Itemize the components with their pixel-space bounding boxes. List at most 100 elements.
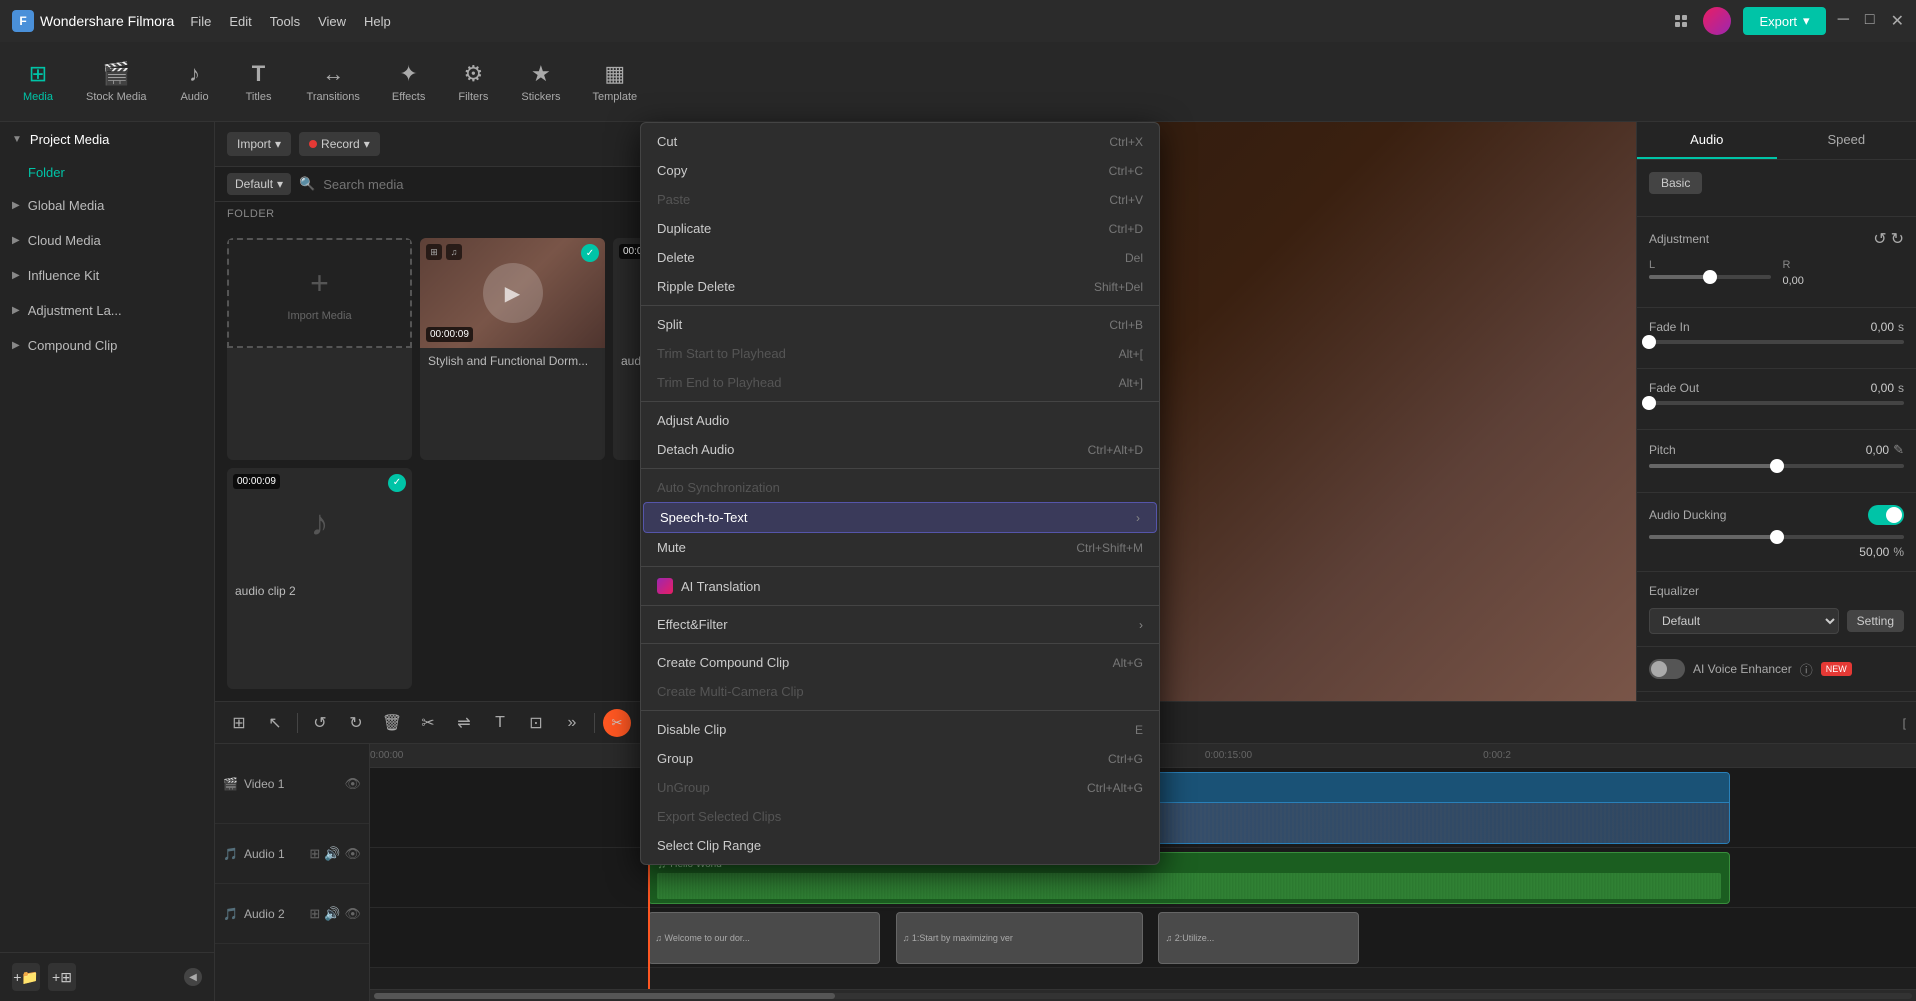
ai-voice-toggle[interactable] [1649, 659, 1685, 679]
maximize-button[interactable]: □ [1865, 11, 1875, 31]
ctx-select-clip-range[interactable]: Select Clip Range [641, 831, 1159, 860]
undo-button[interactable]: ↺ [1873, 229, 1886, 249]
tab-audio[interactable]: Audio [1637, 122, 1777, 159]
tool-stock-media[interactable]: 🎬 Stock Media [72, 55, 161, 109]
ripple-edit-button[interactable]: ⇌ [450, 709, 478, 737]
tool-titles[interactable]: T Titles [229, 55, 289, 109]
ctx-duplicate[interactable]: Duplicate Ctrl+D [641, 214, 1159, 243]
pitch-slider[interactable] [1649, 464, 1904, 468]
ducking-slider[interactable] [1649, 535, 1904, 539]
audio2-clip-1[interactable]: ♫ Welcome to our dor... [648, 912, 880, 964]
titlebar-right: Export ▾ ─ □ ✕ [1675, 7, 1904, 35]
undo-redo: ↺ ↻ [1873, 229, 1904, 249]
audio-ducking-toggle[interactable] [1868, 505, 1904, 525]
filters-icon: ⚙ [463, 61, 483, 87]
equalizer-select[interactable]: Default [1649, 608, 1839, 634]
eye3-icon[interactable]: 👁 [344, 906, 361, 922]
sidebar-item-adjustment-layer[interactable]: ▶ Adjustment La... [0, 293, 214, 328]
redo-timeline-button[interactable]: ↻ [342, 709, 370, 737]
ctx-adjust-audio[interactable]: Adjust Audio [641, 406, 1159, 435]
pitch-edit-icon[interactable]: ✎ [1893, 442, 1904, 458]
copy2-icon[interactable]: ⊞ [309, 906, 320, 922]
sidebar-item-influence-kit[interactable]: ▶ Influence Kit [0, 258, 214, 293]
toolbar-separator2 [594, 713, 595, 733]
fade-out-slider[interactable] [1649, 401, 1904, 405]
menu-view[interactable]: View [318, 14, 346, 29]
ctx-delete[interactable]: Delete Del [641, 243, 1159, 272]
tab-speed[interactable]: Speed [1777, 122, 1916, 159]
timeline-scrollbar[interactable] [370, 989, 1916, 1001]
ai-voice-section: AI Voice Enhancer ⓘ NEW [1637, 647, 1916, 692]
effects-icon: ✦ [399, 61, 417, 87]
record-button[interactable]: Record ▾ [299, 132, 380, 156]
ctx-ai-translation[interactable]: AI Translation [641, 571, 1159, 601]
eye-icon[interactable]: 👁 [344, 776, 361, 792]
tool-template[interactable]: ▦ Template [578, 55, 651, 109]
menu-edit[interactable]: Edit [229, 14, 251, 29]
menu-file[interactable]: File [190, 14, 211, 29]
tool-transitions[interactable]: ↔ Transitions [293, 55, 374, 109]
import-button[interactable]: Import ▾ [227, 132, 291, 156]
add-item-button[interactable]: +⊞ [48, 963, 76, 991]
delete-timeline-button[interactable]: 🗑 [378, 709, 406, 737]
menu-tools[interactable]: Tools [270, 14, 300, 29]
ctx-mute[interactable]: Mute Ctrl+Shift+M [641, 533, 1159, 562]
ctx-disable-clip[interactable]: Disable Clip E [641, 715, 1159, 744]
audio2-clip-3[interactable]: ♫ 2:Utilize... [1158, 912, 1359, 964]
scissors-button[interactable]: ✂ [414, 709, 442, 737]
fade-in-slider[interactable] [1649, 340, 1904, 344]
tool-stickers[interactable]: ★ Stickers [507, 55, 574, 109]
setting-button[interactable]: Setting [1847, 610, 1904, 632]
tool-filters[interactable]: ⚙ Filters [443, 55, 503, 109]
eye2-icon[interactable]: 👁 [344, 846, 361, 862]
avatar[interactable] [1703, 7, 1731, 35]
sidebar-item-global-media[interactable]: ▶ Global Media [0, 188, 214, 223]
sidebar-item-cloud-media[interactable]: ▶ Cloud Media [0, 223, 214, 258]
export-button[interactable]: Export ▾ [1743, 7, 1825, 35]
menu-help[interactable]: Help [364, 14, 391, 29]
close-button[interactable]: ✕ [1891, 11, 1904, 31]
scene-split-button[interactable]: ⊞ [225, 709, 253, 737]
ctx-group[interactable]: Group Ctrl+G [641, 744, 1159, 773]
add-folder-button[interactable]: +📁 [12, 963, 40, 991]
sidebar-item-project-media[interactable]: ▼ Project Media [0, 122, 214, 157]
ctx-cut[interactable]: Cut Ctrl+X [641, 127, 1159, 156]
tool-audio[interactable]: ♪ Audio [165, 55, 225, 109]
pitch-section: Pitch 0,00 ✎ [1637, 430, 1916, 493]
media-item-dorm[interactable]: ▶ ⊞ ♫ ✓ 00:00:09 Stylish and Functional … [420, 238, 605, 460]
undo-timeline-button[interactable]: ↺ [306, 709, 334, 737]
tool-media[interactable]: ⊞ Media [8, 55, 68, 109]
sidebar-subitem-folder[interactable]: Folder [0, 157, 214, 188]
grid-icon[interactable] [1675, 15, 1691, 27]
playhead-special[interactable]: ✂ [603, 709, 631, 737]
ctx-detach-audio[interactable]: Detach Audio Ctrl+Alt+D [641, 435, 1159, 464]
collapse-sidebar-button[interactable]: ◀ [184, 968, 202, 986]
speaker2-icon[interactable]: 🔊 [324, 906, 340, 922]
import-media-item[interactable]: + Import Media [227, 238, 412, 460]
ctx-create-compound[interactable]: Create Compound Clip Alt+G [641, 648, 1159, 677]
ctx-split[interactable]: Split Ctrl+B [641, 310, 1159, 339]
sidebar-item-compound-clip[interactable]: ▶ Compound Clip [0, 328, 214, 363]
select-tool-button[interactable]: ↖ [261, 709, 289, 737]
audio2-clip-2[interactable]: ♫ 1:Start by maximizing ver [896, 912, 1143, 964]
l-slider-track[interactable] [1649, 275, 1771, 279]
info-icon[interactable]: ⓘ [1800, 660, 1813, 679]
redo-button[interactable]: ↻ [1891, 229, 1904, 249]
minimize-button[interactable]: ─ [1838, 11, 1849, 31]
ctx-speech-to-text[interactable]: Speech-to-Text › [643, 502, 1157, 533]
scrollbar-track[interactable] [374, 993, 1912, 999]
more-button[interactable]: » [558, 709, 586, 737]
audio-ducking-row: Audio Ducking [1649, 505, 1904, 525]
speaker-icon[interactable]: 🔊 [324, 846, 340, 862]
tool-effects[interactable]: ✦ Effects [378, 55, 439, 109]
basic-button[interactable]: Basic [1649, 172, 1702, 194]
scrollbar-thumb[interactable] [374, 993, 835, 999]
sort-button[interactable]: Default ▾ [227, 173, 291, 195]
crop-button[interactable]: ⊡ [522, 709, 550, 737]
text-button[interactable]: T [486, 709, 514, 737]
copy-icon[interactable]: ⊞ [309, 846, 320, 862]
media-item-audio2[interactable]: ♪ 00:00:09 ✓ audio clip 2 [227, 468, 412, 690]
ctx-ripple-delete[interactable]: Ripple Delete Shift+Del [641, 272, 1159, 301]
ctx-effect-filter[interactable]: Effect&Filter › [641, 610, 1159, 639]
ctx-copy[interactable]: Copy Ctrl+C [641, 156, 1159, 185]
